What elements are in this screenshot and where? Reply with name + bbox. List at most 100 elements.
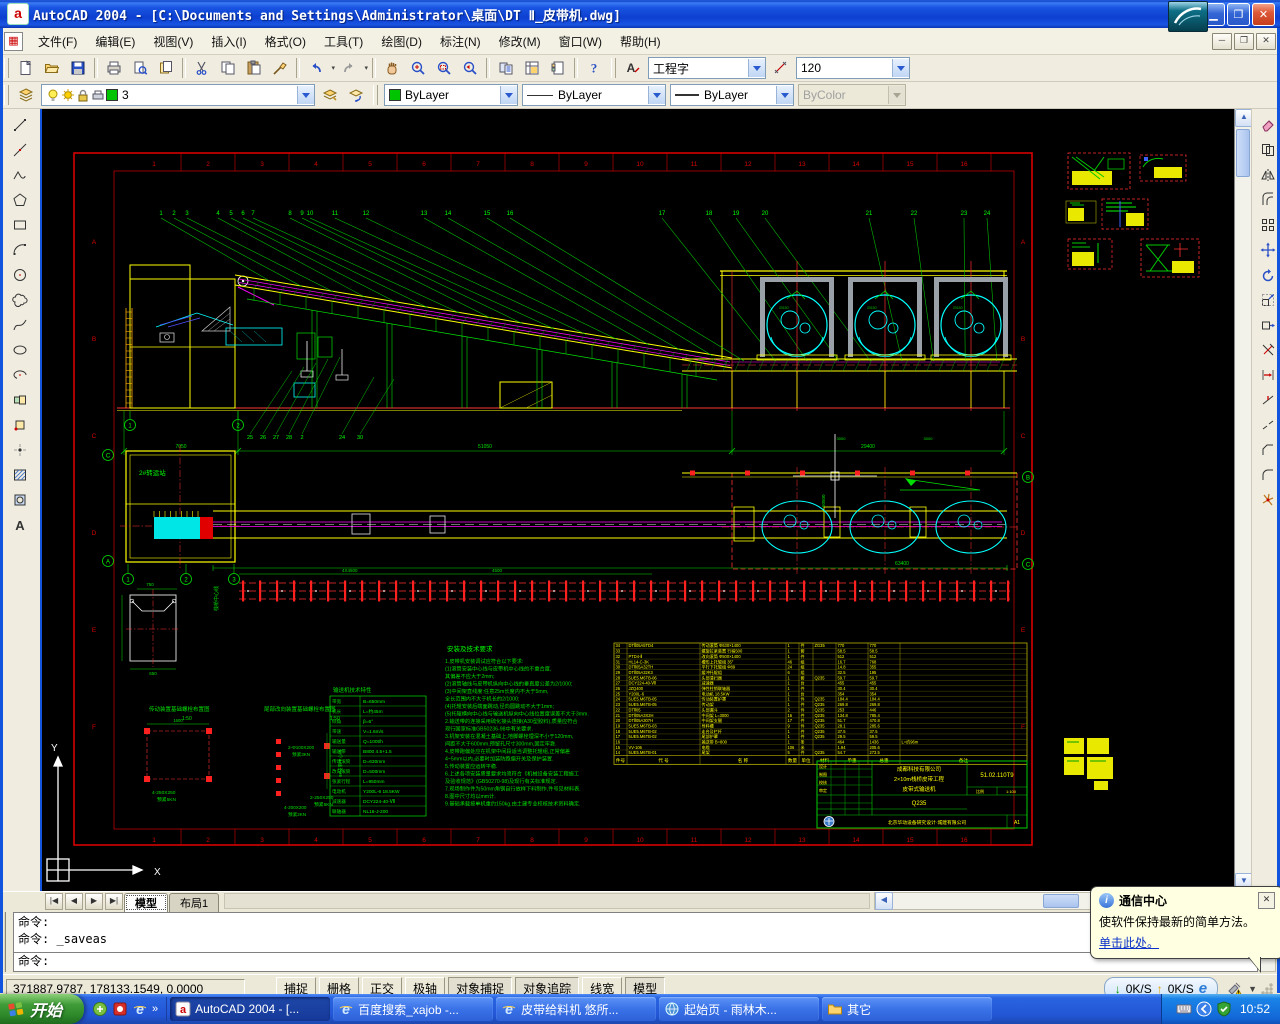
scrollbar-thumb[interactable]: [1236, 129, 1250, 177]
drawing-canvas[interactable]: 1122334455667788991010111112121313141415…: [42, 109, 1234, 891]
props-icon[interactable]: [493, 56, 519, 80]
first-tab-icon[interactable]: |◀: [45, 893, 63, 910]
line-icon[interactable]: [6, 112, 34, 137]
lock-icon[interactable]: [76, 88, 90, 102]
doc-close-button[interactable]: ✕: [1256, 33, 1276, 50]
rect-icon[interactable]: [6, 212, 34, 237]
menu-o[interactable]: 格式(O): [256, 29, 315, 54]
color-combo[interactable]: ByLayer: [384, 84, 518, 106]
layer-manager-icon[interactable]: [13, 83, 39, 107]
publish-icon[interactable]: [153, 56, 179, 80]
sun-icon[interactable]: [61, 88, 75, 102]
cut-icon[interactable]: [189, 56, 215, 80]
paste-icon[interactable]: [241, 56, 267, 80]
menu-e[interactable]: 编辑(E): [86, 29, 144, 54]
command-grip[interactable]: [4, 912, 10, 972]
circle-icon[interactable]: [6, 262, 34, 287]
linetype-combo[interactable]: ByLayer: [522, 84, 666, 106]
point-icon[interactable]: [6, 437, 34, 462]
last-tab-icon[interactable]: ▶|: [105, 893, 123, 910]
next-tab-icon[interactable]: ▶: [85, 893, 103, 910]
toolbar-grip[interactable]: [4, 58, 9, 78]
close-button[interactable]: ✕: [1252, 3, 1275, 26]
quicklaunch-ie-icon[interactable]: e: [132, 1001, 149, 1018]
copy-icon[interactable]: [215, 56, 241, 80]
vertical-scrollbar[interactable]: ▲ ▼: [1234, 109, 1251, 891]
zoomrt-icon[interactable]: [405, 56, 431, 80]
doc-restore-button[interactable]: ❐: [1234, 33, 1254, 50]
redo-icon[interactable]: ▾: [336, 56, 362, 80]
start-button[interactable]: 开始: [0, 994, 84, 1024]
scroll-left-icon[interactable]: ◀: [875, 892, 893, 910]
open-icon[interactable]: [39, 56, 65, 80]
quicklaunch-green-icon[interactable]: [92, 1001, 109, 1018]
toolbar-grip[interactable]: [373, 85, 378, 105]
dim-style-combo[interactable]: 120: [796, 57, 910, 79]
menu-w[interactable]: 窗口(W): [550, 29, 611, 54]
tab-model[interactable]: 模型: [124, 893, 168, 912]
command-history[interactable]: 命令: 命令: _saveas: [13, 912, 1258, 952]
scrollbar-thumb[interactable]: [1043, 894, 1079, 908]
plot-layer-icon[interactable]: [91, 88, 105, 102]
menu-i[interactable]: 插入(I): [202, 29, 255, 54]
dcenter-icon[interactable]: [519, 56, 545, 80]
tpalette-icon[interactable]: [545, 56, 571, 80]
chevron-down-icon[interactable]: [892, 59, 909, 77]
region-icon[interactable]: [6, 487, 34, 512]
bulb-icon[interactable]: [46, 88, 60, 102]
ellarc-icon[interactable]: [6, 362, 34, 387]
layer-combo[interactable]: 3: [41, 84, 315, 106]
zoomprev-icon[interactable]: [457, 56, 483, 80]
menu-t[interactable]: 工具(T): [315, 29, 372, 54]
mtext-icon[interactable]: A: [6, 512, 34, 537]
mkblock-icon[interactable]: [6, 412, 34, 437]
taskbar-task-0[interactable]: aAutoCAD 2004 - [...: [170, 997, 330, 1021]
command-window[interactable]: 命令: 命令: _saveas 命令:: [0, 910, 1280, 974]
taskbar-task-3[interactable]: 起始页 - 雨林木...: [659, 997, 819, 1021]
menu-h[interactable]: 帮助(H): [611, 29, 670, 54]
menu-d[interactable]: 绘图(D): [372, 29, 431, 54]
layer-states-icon[interactable]: [317, 83, 343, 107]
chevron-down-icon[interactable]: [297, 86, 314, 104]
autocad-app-icon[interactable]: a: [7, 3, 29, 25]
taskbar-task-2[interactable]: e皮带给料机 悠所...: [496, 997, 656, 1021]
lineweight-combo[interactable]: ByLayer: [670, 84, 794, 106]
pan-icon[interactable]: [379, 56, 405, 80]
chevron-more-icon[interactable]: »: [152, 1003, 158, 1015]
layer-previous-icon[interactable]: [343, 83, 369, 107]
spline-icon[interactable]: [6, 312, 34, 337]
tab-layout1[interactable]: 布局1: [169, 893, 219, 912]
new-icon[interactable]: [13, 56, 39, 80]
arc-icon[interactable]: [6, 237, 34, 262]
xline-icon[interactable]: [6, 137, 34, 162]
quicklaunch-red-icon[interactable]: [112, 1001, 129, 1018]
communication-center-icon[interactable]: [1168, 1, 1208, 32]
doc-minimize-button[interactable]: ─: [1212, 33, 1232, 50]
ellipse-icon[interactable]: [6, 337, 34, 362]
menu-v[interactable]: 视图(V): [144, 29, 202, 54]
undo-icon[interactable]: ▾: [303, 56, 329, 80]
preview-icon[interactable]: [127, 56, 153, 80]
help-icon[interactable]: ?: [581, 56, 607, 80]
pline-icon[interactable]: [6, 162, 34, 187]
chevron-down-icon[interactable]: [500, 86, 517, 104]
taskbar-task-1[interactable]: e百度搜索_xajob -...: [333, 997, 493, 1021]
hatch-icon[interactable]: [6, 462, 34, 487]
drawing-file-icon[interactable]: ▦: [4, 32, 23, 51]
toolbar-grip[interactable]: [611, 58, 616, 78]
text-style-icon[interactable]: A: [620, 56, 646, 80]
insert-icon[interactable]: [6, 387, 34, 412]
keyboard-icon[interactable]: [1176, 1001, 1192, 1017]
menu-n[interactable]: 标注(N): [431, 29, 490, 54]
zoomwin-icon[interactable]: [431, 56, 457, 80]
dim-style-icon[interactable]: [768, 56, 794, 80]
menu-f[interactable]: 文件(F): [29, 29, 86, 54]
balloon-close-icon[interactable]: ✕: [1258, 892, 1275, 909]
revcloud-icon[interactable]: [6, 287, 34, 312]
shield-icon[interactable]: [1216, 1001, 1232, 1017]
tray-collapse-icon[interactable]: [1196, 1001, 1212, 1017]
chevron-down-icon[interactable]: [776, 86, 793, 104]
prev-tab-icon[interactable]: ◀: [65, 893, 83, 910]
matchprop-icon[interactable]: [267, 56, 293, 80]
menu-m[interactable]: 修改(M): [490, 29, 550, 54]
